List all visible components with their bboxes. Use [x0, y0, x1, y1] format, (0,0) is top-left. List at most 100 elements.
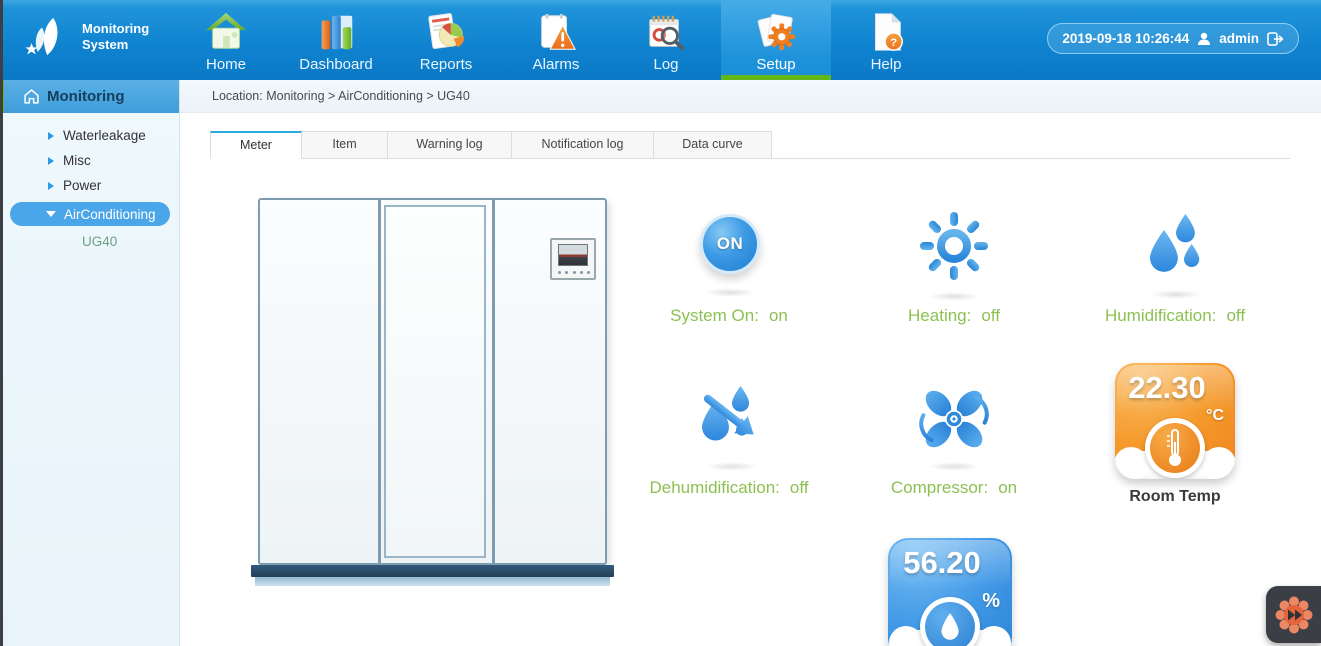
- ac-base-dark: [251, 565, 614, 577]
- sidebar-item-misc[interactable]: Misc: [0, 148, 179, 173]
- icon-shadow: [928, 292, 980, 301]
- sidebar-item-label: AirConditioning: [64, 207, 156, 222]
- session-datetime: 2019-09-18 10:26:44: [1062, 31, 1189, 46]
- pie-report-icon: [424, 9, 468, 55]
- status-value: off: [790, 478, 809, 497]
- icon-shadow: [706, 462, 758, 471]
- logout-icon[interactable]: [1266, 31, 1284, 47]
- collapsed-arrow-icon: [48, 132, 54, 140]
- alarm-warning-icon: [534, 9, 578, 55]
- svg-text:?: ?: [890, 37, 897, 49]
- tab-notification-log[interactable]: Notification log: [512, 131, 654, 159]
- sidebar-item-power[interactable]: Power: [0, 173, 179, 198]
- power-on-label: ON: [717, 234, 744, 254]
- compressor-fan-icon: [915, 380, 993, 458]
- ac-control-panel: [550, 238, 596, 280]
- humidity-badge: 56.20 %: [888, 538, 1012, 646]
- sidebar-item-label: Misc: [63, 153, 91, 168]
- nav-item-label: Alarms: [533, 56, 580, 73]
- tab-warning-log[interactable]: Warning log: [388, 131, 512, 159]
- nav-item-log[interactable]: Log: [611, 0, 721, 80]
- app-title: Monitoring System: [82, 21, 149, 54]
- nav-item-label: Setup: [756, 56, 795, 73]
- ac-buttons: [558, 271, 590, 274]
- status-name: Dehumidification:: [650, 478, 780, 497]
- log-calendar-icon: [644, 9, 688, 55]
- sun-heating-icon: [916, 210, 992, 286]
- ac-display-screen: [558, 244, 588, 266]
- session-username: admin: [1219, 31, 1259, 46]
- ac-middle-panel: [384, 205, 486, 558]
- thermometer-gauge: [1145, 418, 1205, 478]
- status-name: Compressor:: [891, 478, 988, 497]
- sidebar: Monitoring Waterleakage Misc Power AirCo…: [0, 80, 180, 646]
- screen-recorder-widget[interactable]: [1266, 586, 1321, 643]
- room-temp-value: 22.30: [1115, 370, 1235, 406]
- status-value: off: [1226, 306, 1245, 325]
- status-name: Heating:: [908, 306, 971, 325]
- nav-item-setup[interactable]: Setup: [721, 0, 831, 80]
- humidity-unit: %: [982, 590, 1000, 613]
- nav-item-label: Home: [206, 56, 246, 73]
- user-icon: [1196, 31, 1212, 47]
- icon-shadow: [1150, 290, 1202, 299]
- tab-meter[interactable]: Meter: [210, 131, 302, 159]
- nav-item-home[interactable]: Home: [171, 0, 281, 80]
- sidebar-tree: Waterleakage Misc Power AirConditioning …: [0, 113, 179, 254]
- collapsed-arrow-icon: [48, 157, 54, 165]
- collapsed-arrow-icon: [48, 182, 54, 190]
- room-temp-label: Room Temp: [1075, 488, 1275, 506]
- house-icon: [24, 89, 39, 104]
- tab-bar: Meter Item Warning log Notification log …: [210, 131, 772, 159]
- sidebar-title: Monitoring: [47, 88, 124, 105]
- icon-shadow: [928, 462, 980, 471]
- ac-panel-divider: [492, 200, 495, 563]
- ac-cabinet: [258, 198, 607, 565]
- bar-chart-icon: [314, 9, 358, 55]
- ac-panel-divider: [378, 200, 381, 563]
- sidebar-header-monitoring[interactable]: Monitoring: [0, 80, 179, 113]
- nav-item-alarms[interactable]: Alarms: [501, 0, 611, 80]
- nav-item-label: Dashboard: [299, 56, 372, 73]
- status-name: System On:: [670, 306, 759, 325]
- status-compressor: Compressor: on: [814, 478, 1094, 498]
- room-temp-unit: °C: [1206, 407, 1224, 425]
- sidebar-item-label: UG40: [82, 234, 117, 249]
- sidebar-item-airconditioning[interactable]: AirConditioning: [10, 202, 170, 226]
- recorder-flower-icon: [1274, 595, 1314, 635]
- help-icon: ?: [864, 9, 908, 55]
- setup-gear-icon: [754, 9, 798, 55]
- nav-item-label: Log: [653, 56, 678, 73]
- top-navigation-bar: Monitoring System Home: [0, 0, 1321, 80]
- app-logo: Monitoring System: [22, 14, 149, 60]
- status-value: off: [981, 306, 1000, 325]
- sidebar-item-label: Power: [63, 178, 101, 193]
- sidebar-item-ug40[interactable]: UG40: [0, 228, 179, 254]
- tab-item[interactable]: Item: [302, 131, 388, 159]
- ac-base-light: [255, 577, 610, 586]
- logo-leaf-star-icon: [22, 14, 74, 60]
- main-nav: Home Dashboard: [171, 0, 941, 80]
- icon-shadow: [704, 288, 756, 297]
- water-drops-icon: [1138, 208, 1214, 284]
- monitoring-app-window: Monitoring System Home: [0, 0, 1321, 646]
- screen-left-edge: [0, 0, 3, 646]
- status-value: on: [769, 306, 788, 325]
- nav-item-label: Reports: [420, 56, 473, 73]
- sidebar-item-waterleakage[interactable]: Waterleakage: [0, 123, 179, 148]
- status-name: Humidification:: [1105, 306, 1217, 325]
- humidity-gauge: [920, 597, 980, 646]
- dehumidification-icon: [690, 378, 770, 458]
- room-temp-badge: 22.30 °C: [1115, 363, 1235, 479]
- status-value: on: [998, 478, 1017, 497]
- nav-item-help[interactable]: ? Help: [831, 0, 941, 80]
- nav-item-reports[interactable]: Reports: [391, 0, 501, 80]
- expanded-arrow-icon: [46, 211, 56, 217]
- tab-data-curve[interactable]: Data curve: [654, 131, 772, 159]
- sidebar-item-label: Waterleakage: [63, 128, 146, 143]
- nav-item-dashboard[interactable]: Dashboard: [281, 0, 391, 80]
- home-icon: [204, 9, 248, 55]
- breadcrumb: Location: Monitoring > AirConditioning >…: [212, 89, 470, 103]
- status-humidification: Humidification: off: [1035, 306, 1315, 326]
- breadcrumb-bar: Location: Monitoring > AirConditioning >…: [180, 80, 1321, 113]
